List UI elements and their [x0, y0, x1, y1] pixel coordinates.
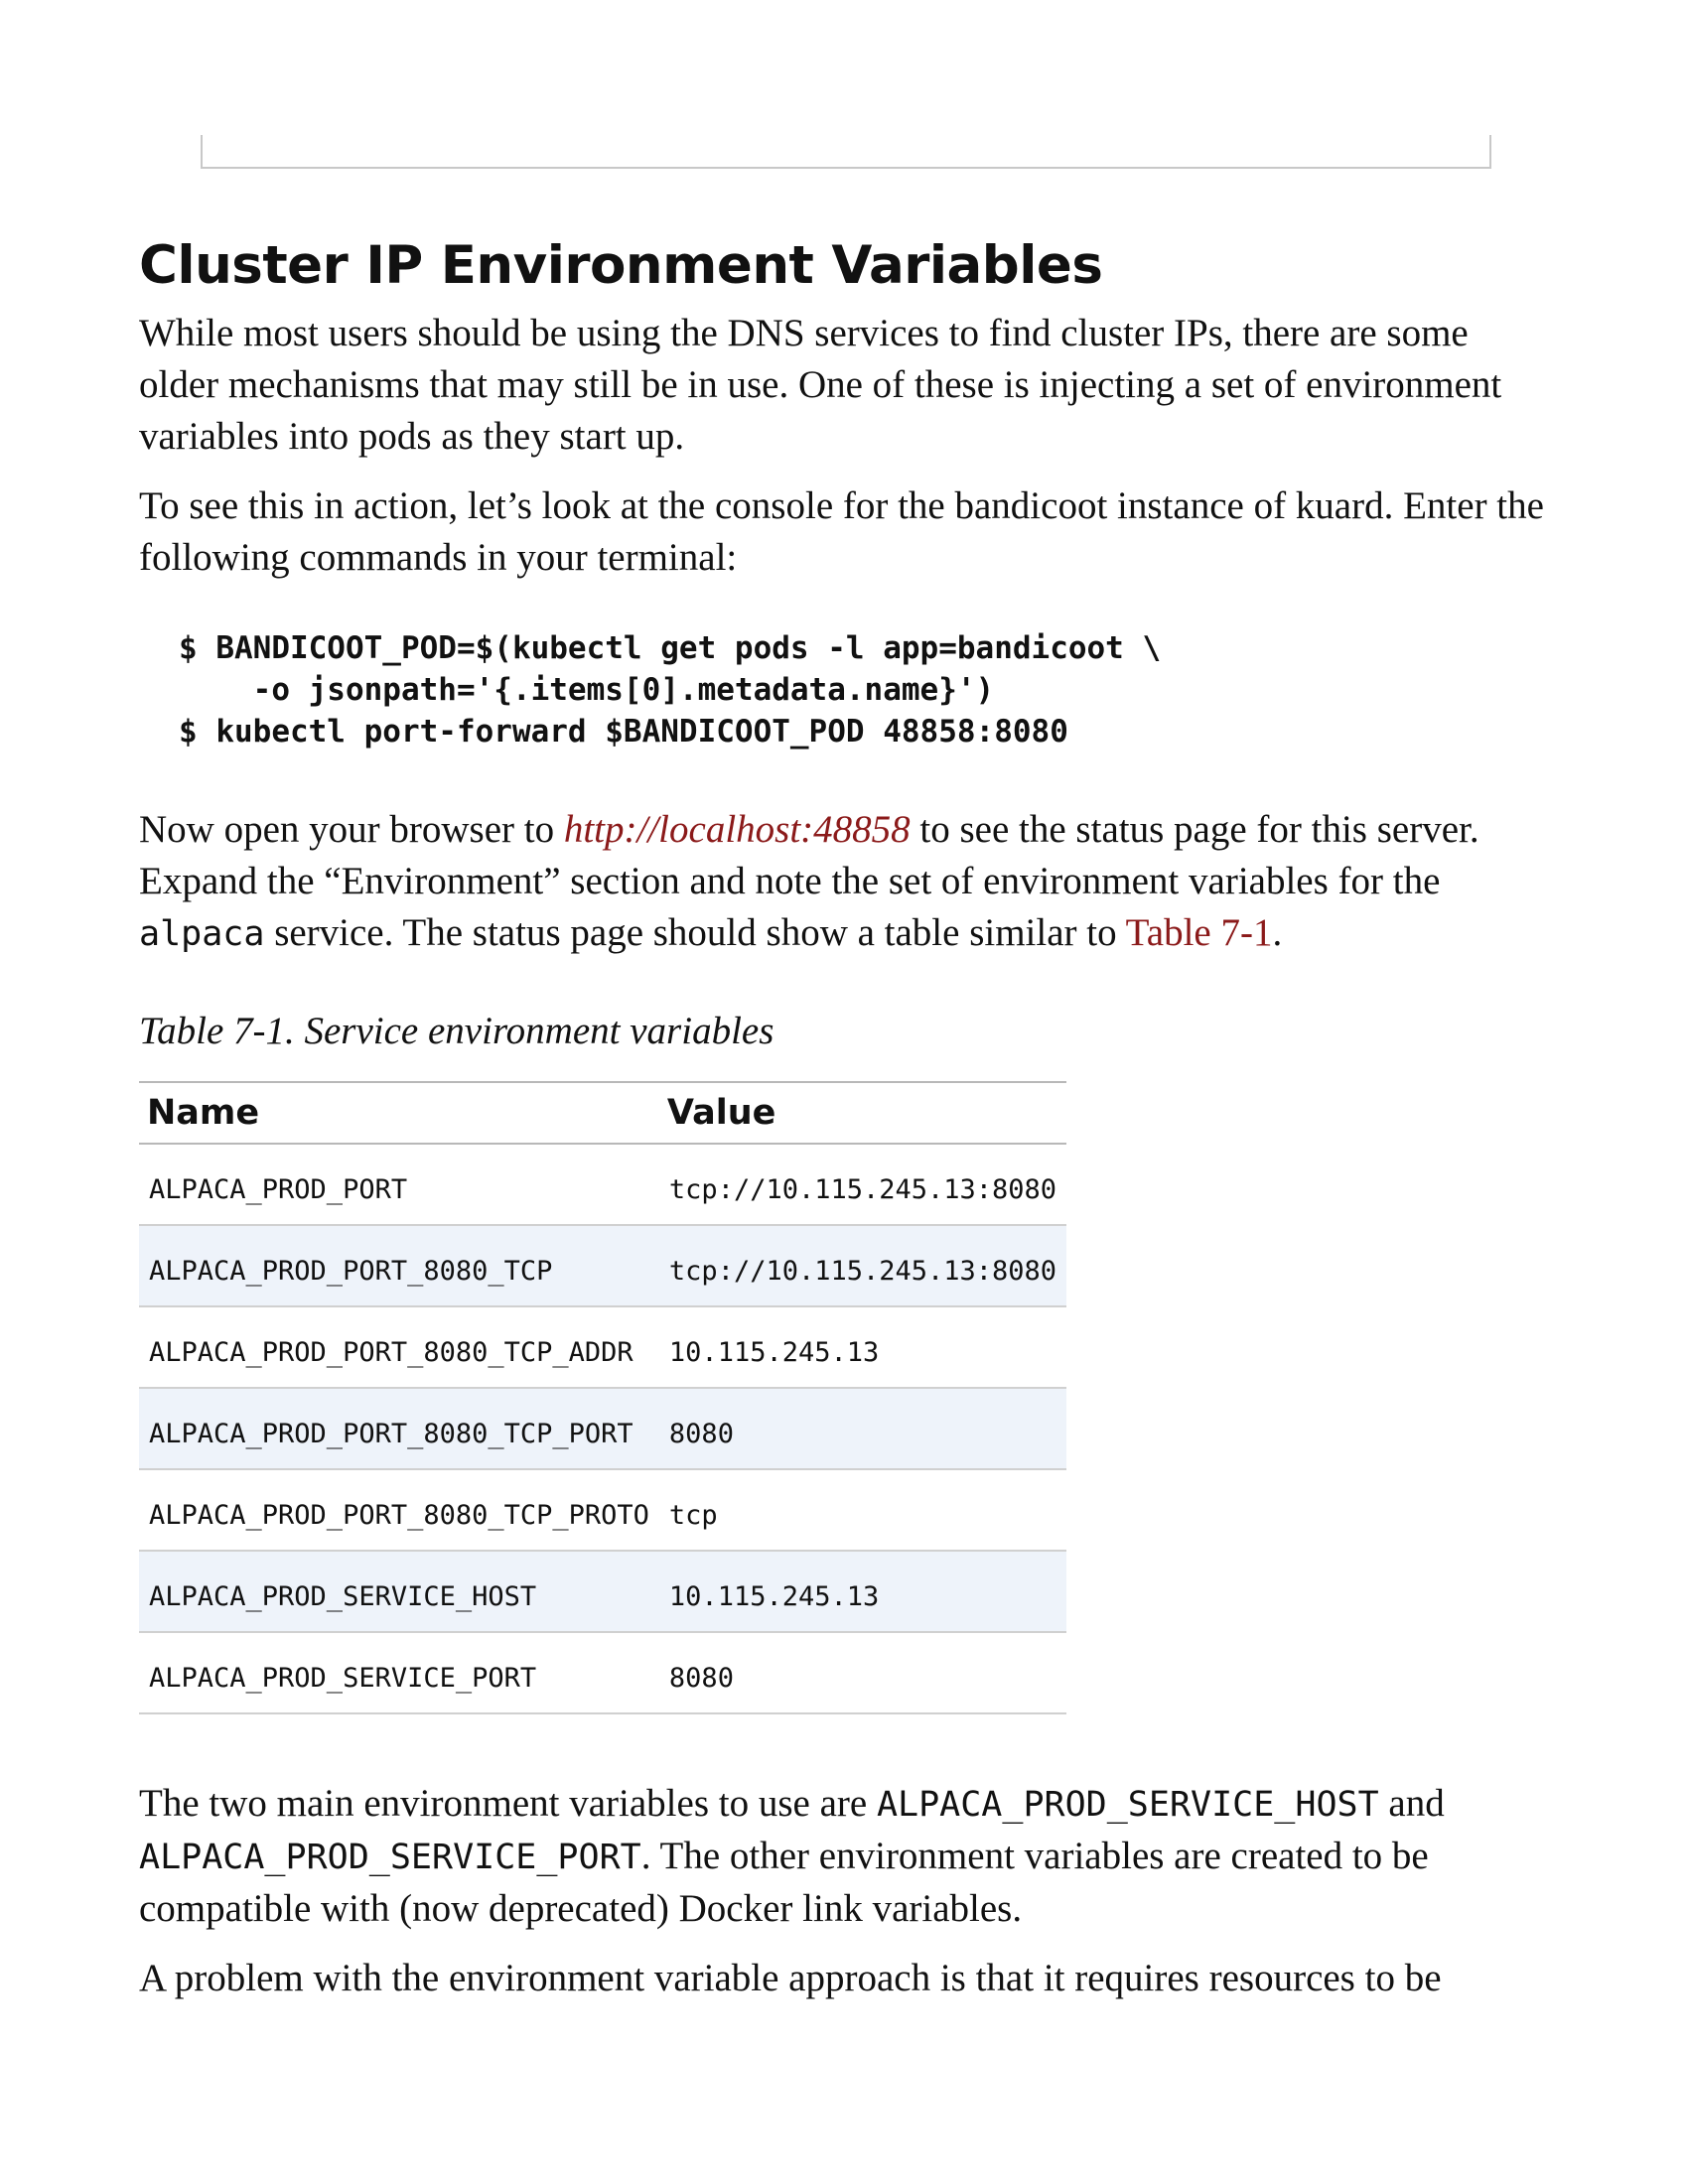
cell-value: tcp://10.115.245.13:8080 — [658, 1225, 1067, 1307]
previous-figure-frame — [201, 135, 1491, 169]
code-line: $ kubectl port-forward $BANDICOOT_POD 48… — [179, 714, 1068, 750]
instructions-paragraph: To see this in action, let’s look at the… — [139, 484, 1544, 579]
terminal-code-block: $ BANDICOOT_POD=$(kubectl get pods -l ap… — [179, 627, 1549, 752]
page-content: Cluster IP Environment Variables While m… — [139, 234, 1549, 2022]
column-header-value: Value — [658, 1081, 1067, 1145]
inline-code-service-port: ALPACA_PROD_SERVICE_PORT — [139, 1838, 641, 1877]
text-span: Now open your browser to — [139, 808, 564, 851]
cell-name: ALPACA_PROD_PORT_8080_TCP_ADDR — [139, 1306, 659, 1389]
cell-value: 10.115.245.13 — [658, 1551, 1067, 1633]
table-row: ALPACA_PROD_PORT_8080_TCP_PORT 8080 — [139, 1388, 1067, 1470]
main-variables-paragraph: The two main environment variables to us… — [139, 1778, 1549, 1935]
table-reference-link[interactable]: Table 7-1 — [1126, 911, 1273, 954]
code-line: -o jsonpath='{.items[0].metadata.name}') — [179, 672, 995, 708]
cell-name: ALPACA_PROD_SERVICE_HOST — [139, 1551, 659, 1633]
intro-paragraph: While most users should be using the DNS… — [139, 312, 1502, 458]
code-line: $ BANDICOOT_POD=$(kubectl get pods -l ap… — [179, 630, 1162, 666]
table-row: ALPACA_PROD_PORT_8080_TCP_ADDR 10.115.24… — [139, 1306, 1067, 1389]
text-span: and — [1378, 1782, 1445, 1825]
env-variables-table: Name Value ALPACA_PROD_PORT tcp://10.115… — [139, 1081, 1067, 1714]
text-span: The two main environment variables to us… — [139, 1782, 877, 1825]
column-header-name: Name — [139, 1081, 659, 1145]
cell-value: tcp — [658, 1469, 1067, 1552]
cell-name: ALPACA_PROD_PORT_8080_TCP_PORT — [139, 1388, 659, 1470]
inline-code-service-host: ALPACA_PROD_SERVICE_HOST — [876, 1785, 1379, 1825]
table-row: ALPACA_PROD_PORT_8080_TCP tcp://10.115.2… — [139, 1225, 1067, 1307]
table-row: ALPACA_PROD_PORT tcp://10.115.245.13:808… — [139, 1144, 1067, 1226]
problem-paragraph: A problem with the environment variable … — [139, 1957, 1442, 1999]
table-header-row: Name Value — [139, 1081, 1067, 1145]
cell-value: 8080 — [658, 1632, 1067, 1714]
cell-name: ALPACA_PROD_PORT — [139, 1144, 659, 1226]
cell-value: 10.115.245.13 — [658, 1306, 1067, 1389]
text-span: service. The status page should show a t… — [264, 911, 1126, 954]
table-row: ALPACA_PROD_SERVICE_PORT 8080 — [139, 1632, 1067, 1714]
inline-code-alpaca: alpaca — [139, 914, 265, 954]
text-span: . — [1272, 911, 1283, 954]
cell-value: tcp://10.115.245.13:8080 — [658, 1144, 1067, 1226]
browser-paragraph: Now open your browser to http://localhos… — [139, 804, 1549, 960]
section-heading: Cluster IP Environment Variables — [139, 235, 1103, 296]
cell-name: ALPACA_PROD_PORT_8080_TCP — [139, 1225, 659, 1307]
localhost-link[interactable]: http://localhost:48858 — [564, 808, 911, 851]
cell-name: ALPACA_PROD_SERVICE_PORT — [139, 1632, 659, 1714]
table-row: ALPACA_PROD_PORT_8080_TCP_PROTO tcp — [139, 1469, 1067, 1552]
table-row: ALPACA_PROD_SERVICE_HOST 10.115.245.13 — [139, 1551, 1067, 1633]
table-caption: Table 7-1. Service environment variables — [139, 1010, 774, 1052]
cell-name: ALPACA_PROD_PORT_8080_TCP_PROTO — [139, 1469, 659, 1552]
cell-value: 8080 — [658, 1388, 1067, 1470]
